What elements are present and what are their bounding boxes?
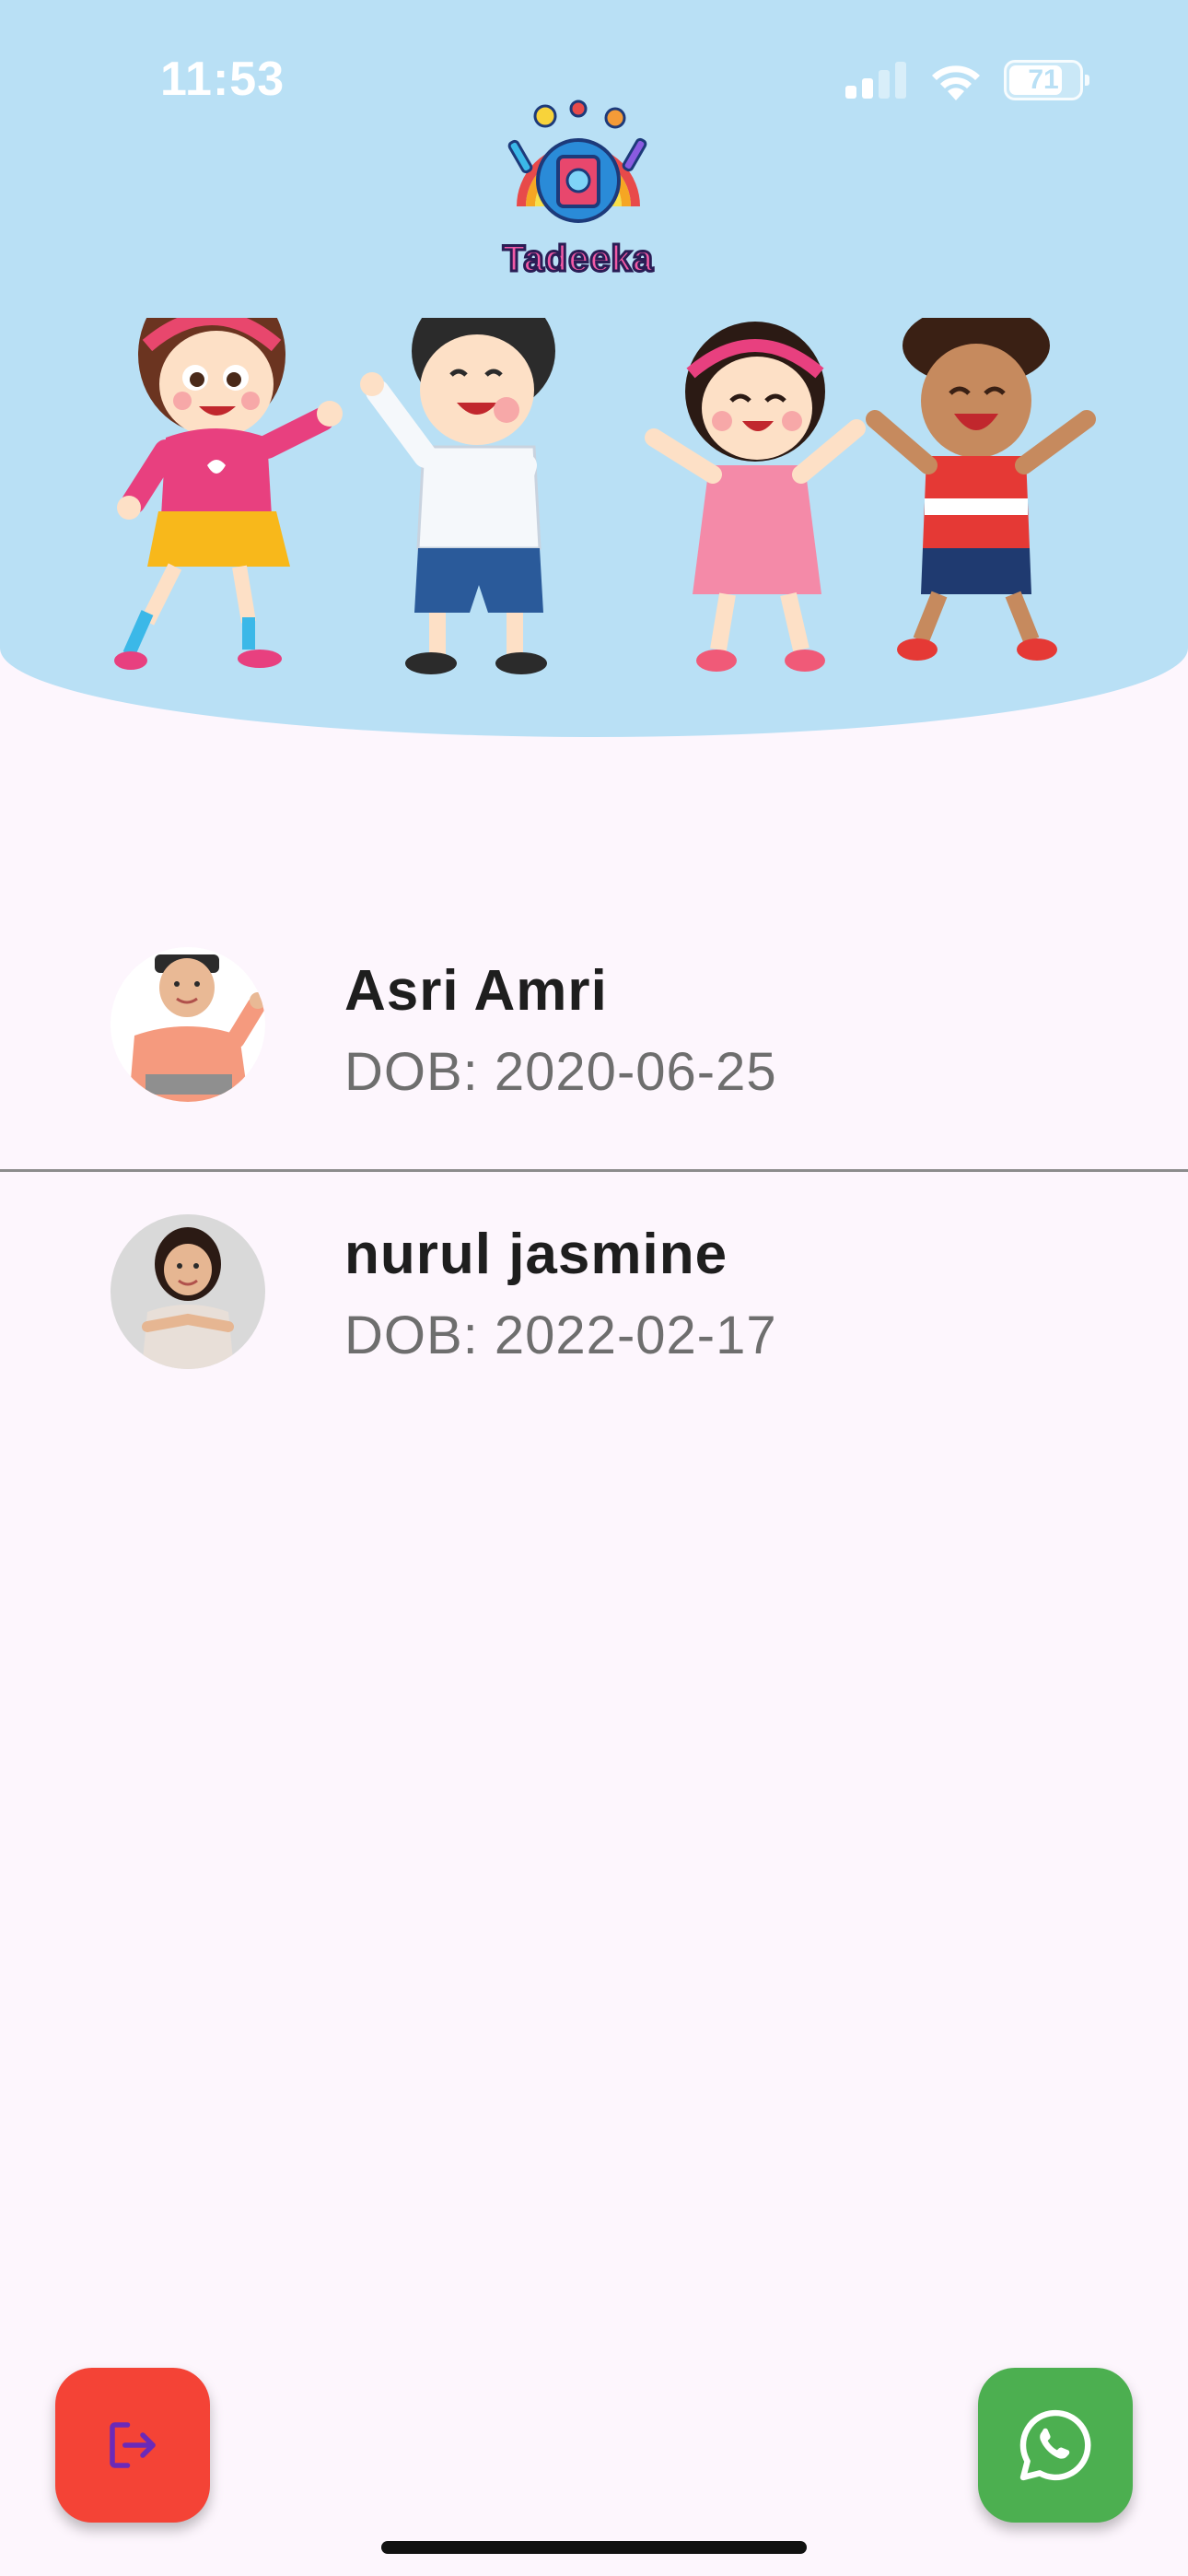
- logout-icon: [110, 2422, 156, 2468]
- child-avatar: [111, 947, 265, 1102]
- whatsapp-button[interactable]: [978, 2368, 1133, 2523]
- child-list-item[interactable]: nurul jasmine DOB: 2022-02-17: [0, 1172, 1188, 1432]
- status-icons: 71: [845, 57, 1089, 103]
- whatsapp-icon: [1019, 2409, 1091, 2481]
- child-dob: DOB: 2022-02-17: [344, 1306, 777, 1365]
- child-dob: DOB: 2020-06-25: [344, 1042, 777, 1102]
- child-list-item[interactable]: Asri Amri DOB: 2020-06-25: [0, 912, 1188, 1172]
- children-list: Asri Amri DOB: 2020-06-25 nurul jasmine …: [0, 912, 1188, 1432]
- battery-level: 71: [1028, 64, 1059, 95]
- child-avatar: [111, 1214, 265, 1369]
- logo-emblem-icon: [507, 100, 647, 223]
- header-banner: 11:53 71 Tadeeka: [0, 0, 1188, 737]
- brand-name: Tadeeka: [501, 238, 655, 281]
- girl-pink-dress-illustration: [645, 322, 866, 672]
- child-name: Asri Amri: [344, 959, 608, 1023]
- kids-illustration: [114, 318, 1096, 674]
- wifi-icon: [932, 65, 980, 100]
- boy-red-shirt-illustration: [866, 318, 1096, 661]
- home-indicator: [381, 2541, 807, 2554]
- girl-pink-shirt-illustration: [114, 318, 343, 670]
- status-time: 11:53: [160, 53, 285, 106]
- child-name: nurul jasmine: [344, 1223, 728, 1286]
- boy-white-shirt-illustration: [360, 318, 555, 674]
- battery-icon: 71: [1004, 60, 1089, 100]
- cellular-signal-icon: [845, 62, 906, 99]
- app-logo: Tadeeka: [494, 96, 663, 281]
- logout-button[interactable]: [55, 2368, 210, 2523]
